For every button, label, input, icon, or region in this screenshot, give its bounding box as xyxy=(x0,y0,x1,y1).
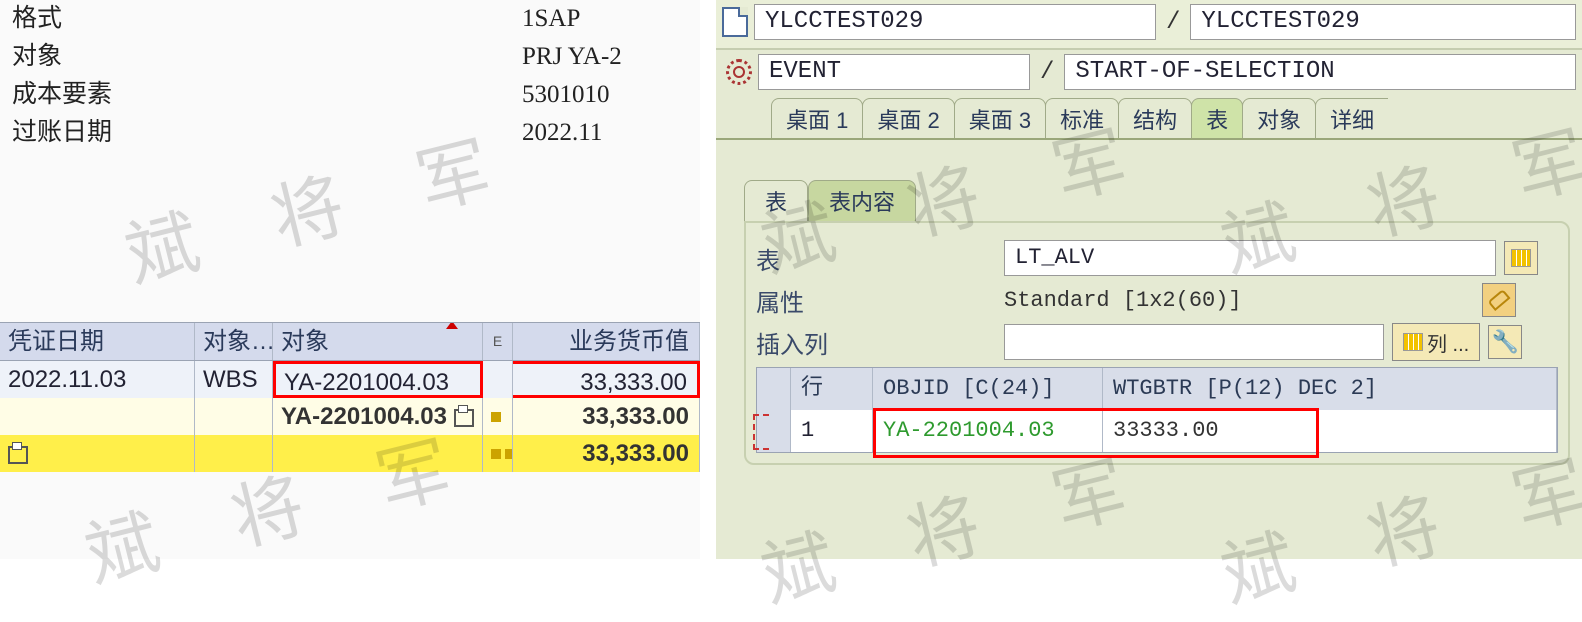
event-type-input[interactable] xyxy=(758,54,1030,90)
field-label: 成本要素 xyxy=(12,76,522,114)
key-button[interactable] xyxy=(1482,283,1516,317)
line-items-table: 凭证日期 对象… 对象 E 业务货币值 2022.11.03 WBS YA-22… xyxy=(0,322,700,472)
alv-cell-wtgbtr[interactable]: 33333.00 xyxy=(1103,410,1557,452)
cell-e xyxy=(483,398,513,435)
include-name-input[interactable] xyxy=(1190,4,1576,40)
field-value: PRJ YA-2 xyxy=(522,38,622,76)
table-row[interactable]: 2022.11.03 WBS YA-2201004.03 33,333.00 xyxy=(0,361,700,398)
table-row-subtotal[interactable]: YA-2201004.03 33,333.00 xyxy=(0,398,700,435)
table-header-row: 凭证日期 对象… 对象 E 业务货币值 xyxy=(0,322,700,361)
tab-desktop2[interactable]: 桌面 2 xyxy=(862,98,954,138)
alv-cell-objid[interactable]: YA-2201004.03 xyxy=(873,410,1103,452)
debugger-panel: / / 桌面 1 桌面 2 桌面 3 标准 结构 表 对象 详细 表 表内容 xyxy=(716,0,1582,559)
cell-value: 33,333.00 xyxy=(513,361,700,398)
tab-object[interactable]: 对象 xyxy=(1242,98,1316,138)
header-fields: 格式1SAP 对象PRJ YA-2 成本要素5301010 过账日期2022.1… xyxy=(0,0,700,152)
col-header[interactable]: E xyxy=(483,323,513,360)
table-content-panel: 表 属性 Standard [1x2(60)] 插入列 列 ... xyxy=(744,221,1570,465)
grid-icon xyxy=(1511,249,1531,267)
field-value: 1SAP xyxy=(522,0,580,38)
attribute-value: Standard [1x2(60)] xyxy=(1004,288,1474,313)
program-title-bar: / xyxy=(716,0,1582,50)
event-name-input[interactable] xyxy=(1064,54,1576,90)
alv-cell-rownum: 1 xyxy=(791,410,873,452)
separator: / xyxy=(1162,9,1184,36)
program-name-input[interactable] xyxy=(754,4,1156,40)
key-icon xyxy=(1489,294,1509,306)
tab-table-content[interactable]: 表内容 xyxy=(808,180,916,221)
tab-structure[interactable]: 结构 xyxy=(1118,98,1192,138)
col-header[interactable]: 业务货币值 xyxy=(513,323,700,360)
table-row-total[interactable]: 33,333.00 xyxy=(0,435,700,472)
table-name-input[interactable] xyxy=(1004,240,1496,276)
event-bar: / xyxy=(716,50,1582,98)
field-value: 2022.11 xyxy=(522,114,602,152)
alv-col-selector[interactable] xyxy=(757,368,791,410)
tab-standard[interactable]: 标准 xyxy=(1045,98,1119,138)
field-value: 5301010 xyxy=(522,76,610,114)
label-table: 表 xyxy=(756,241,996,276)
settings-button[interactable]: 🔧 xyxy=(1488,325,1522,359)
col-header[interactable]: 凭证日期 xyxy=(0,323,195,360)
cell-value: 33,333.00 xyxy=(513,435,700,472)
print-icon xyxy=(454,409,474,427)
alv-row[interactable]: 1 YA-2201004.03 33333.00 xyxy=(757,410,1557,452)
col-header[interactable]: 对象… xyxy=(195,323,273,360)
field-label: 过账日期 xyxy=(12,114,522,152)
sort-ascending-icon xyxy=(446,323,458,329)
print-icon xyxy=(8,446,28,464)
inner-tabstrip: 表 表内容 xyxy=(744,180,1570,221)
tab-detail[interactable]: 详细 xyxy=(1315,98,1388,138)
tab-desktop3[interactable]: 桌面 3 xyxy=(954,98,1046,138)
tab-desktop1[interactable]: 桌面 1 xyxy=(771,98,863,138)
field-label: 格式 xyxy=(12,0,522,38)
alv-col-wtgbtr[interactable]: WTGBTR [P(12) DEC 2] xyxy=(1103,368,1557,410)
cell-e xyxy=(483,361,513,398)
alv-col-rownum[interactable]: 行 xyxy=(791,368,873,410)
separator: / xyxy=(1036,59,1058,86)
gear-icon[interactable] xyxy=(726,59,752,85)
document-icon[interactable] xyxy=(722,7,748,37)
selection-bracket-left-icon xyxy=(753,414,769,450)
columns-icon xyxy=(1403,333,1423,351)
columns-button[interactable]: 列 ... xyxy=(1392,323,1480,361)
wrench-icon: 🔧 xyxy=(1492,329,1519,355)
cell-objtype: WBS xyxy=(195,361,273,398)
table-layout-button[interactable] xyxy=(1504,241,1538,275)
col-header[interactable]: 对象 xyxy=(273,323,483,360)
cell-date: 2022.11.03 xyxy=(0,361,195,398)
report-output-panel: 格式1SAP 对象PRJ YA-2 成本要素5301010 过账日期2022.1… xyxy=(0,0,716,559)
label-insert-col: 插入列 xyxy=(756,325,996,360)
field-label: 对象 xyxy=(12,38,522,76)
alv-header-row: 行 OBJID [C(24)] WTGBTR [P(12) DEC 2] xyxy=(757,368,1557,410)
cell-object: YA-2201004.03 xyxy=(273,361,483,398)
alv-col-objid[interactable]: OBJID [C(24)] xyxy=(873,368,1103,410)
label-attribute: 属性 xyxy=(756,283,996,318)
desktop-tabstrip: 桌面 1 桌面 2 桌面 3 标准 结构 表 对象 详细 xyxy=(716,98,1582,140)
cell-e xyxy=(483,435,513,472)
cell-object: YA-2201004.03 xyxy=(273,398,483,435)
tab-table[interactable]: 表 xyxy=(1191,98,1243,138)
tab-table-def[interactable]: 表 xyxy=(744,180,808,221)
alv-grid: 行 OBJID [C(24)] WTGBTR [P(12) DEC 2] 1 Y… xyxy=(756,367,1558,453)
insert-column-input[interactable] xyxy=(1004,324,1384,360)
cell-value: 33,333.00 xyxy=(513,398,700,435)
